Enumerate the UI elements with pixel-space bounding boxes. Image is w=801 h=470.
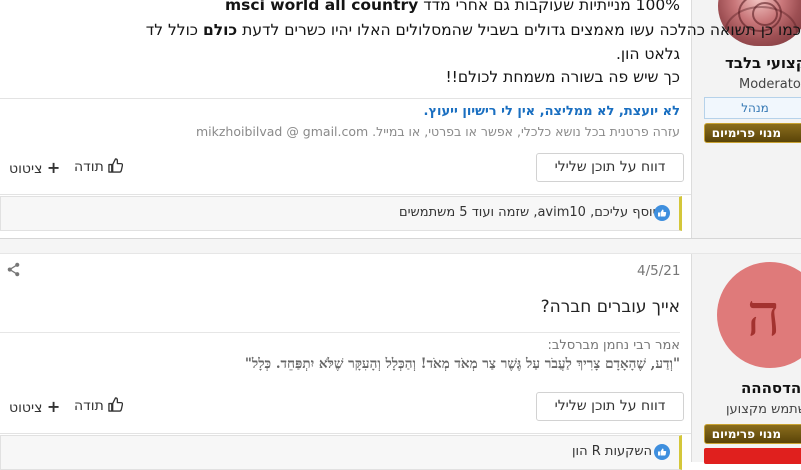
post-body-bold: כולם [202, 21, 238, 39]
post-body-text: כולל לד [145, 21, 198, 39]
premium-badge: מנוי פרימיום [704, 123, 801, 143]
signature-divider [0, 332, 680, 333]
post-separator [0, 238, 801, 254]
like-circle-icon [654, 444, 670, 460]
likes-text[interactable]: יוסף עליכם, avim10, שזמה ועוד 5 משתמשים [399, 205, 656, 220]
signature-text: עזרה פרטנית בכל נושא כלכלי, אפשר או בפרט… [195, 124, 680, 139]
thanks-label: תודה [74, 398, 104, 414]
share-icon[interactable] [6, 262, 21, 281]
signature-cite: אמר רבי נחמן מברסלב: [547, 338, 681, 353]
thanks-button[interactable]: תודה [74, 158, 124, 175]
post-body-bold: msci world all country [225, 0, 419, 14]
thanks-button[interactable]: תודה [74, 397, 124, 414]
report-button[interactable]: דווח על תוכן שלילי [536, 153, 684, 182]
quote-label: ציטוט [9, 400, 43, 416]
author-role: שתמש מקצוען [726, 402, 801, 417]
signature-link[interactable]: לא יועצת, לא ממליצה, אין לי רישיון ייעוץ… [424, 104, 680, 119]
title-badge: מנהל [704, 97, 801, 119]
premium-badge: מנוי פרימיום [704, 424, 801, 444]
plus-icon: + [46, 397, 61, 416]
thumbs-up-icon [108, 158, 124, 175]
likes-divider [0, 194, 691, 195]
quote-button[interactable]: ציטוט + [9, 158, 60, 177]
like-circle-icon [654, 205, 670, 221]
author-name[interactable]: קצועי בלבד [725, 54, 801, 72]
author-role: Moderator [739, 77, 801, 92]
plus-icon: + [46, 158, 61, 177]
thanks-label: תודה [74, 159, 104, 175]
post-body-line: אייך עוברים חברה? [540, 297, 680, 317]
report-button[interactable]: דווח על תוכן שלילי [536, 392, 684, 421]
thumbs-up-icon [108, 397, 124, 414]
post-body-text: כמו כן תשואה כהלכה עשו מאמצים גדולים בשב… [242, 21, 801, 39]
post-body-line: כמו כן תשואה כהלכה עשו מאמצים גדולים בשב… [146, 21, 801, 39]
quote-button[interactable]: ציטוט + [9, 397, 60, 416]
signature-quote: "וְדַע, שֶׁהָאָדָם צָרִיךְ לַעֲבֹר עַל ג… [244, 356, 680, 372]
author-name[interactable]: הדסההה [741, 379, 801, 397]
post-body-line: גלאט הון. [615, 45, 680, 63]
quote-label: ציטוט [9, 161, 43, 177]
likes-text[interactable]: השקעות R הון [572, 444, 652, 459]
post-body-text: 100% מנייתיות שעוקבות גם אחרי מדד [423, 0, 680, 14]
likes-divider [0, 433, 691, 434]
post-body-line: כך שיש פה בשורה משמחת לכולם!! [445, 68, 680, 86]
post-date[interactable]: 4/5/21 [637, 263, 680, 279]
signature-divider [0, 98, 691, 99]
post-body-line: 100% מנייתיות שעוקבות גם אחרי מדד msci w… [225, 0, 680, 14]
